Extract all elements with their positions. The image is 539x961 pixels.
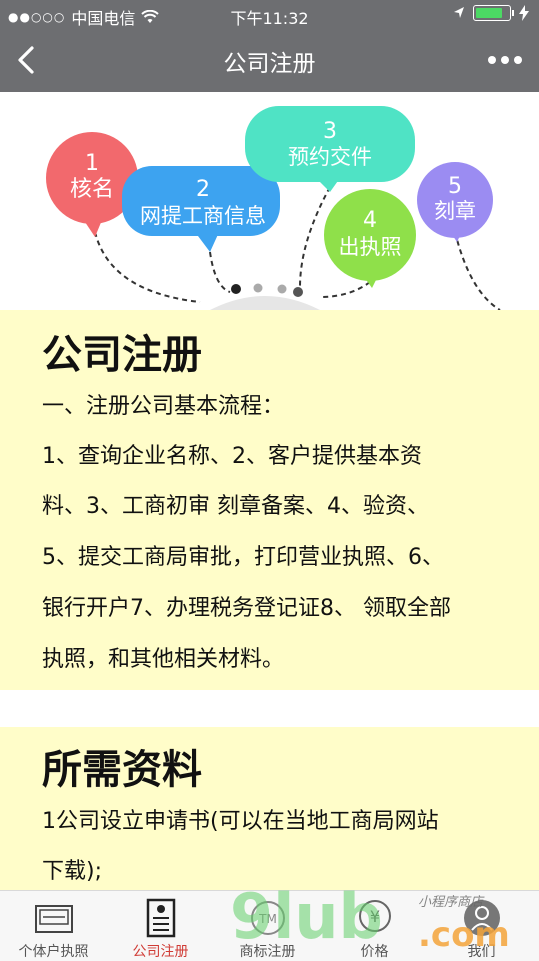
tab-label: 个体户执照	[18, 944, 89, 960]
more-options-button[interactable]	[487, 44, 523, 70]
bubble-step-4: 4 出执照	[324, 189, 416, 288]
price-icon: ¥	[359, 900, 391, 932]
company-registration-section: 公司注册 一、注册公司基本流程： 1、查询企业名称、2、客户提供基本资 料、3、…	[0, 310, 539, 690]
bubble-step-3: 3 预约交件	[245, 106, 415, 192]
svg-text:¥: ¥	[370, 907, 380, 926]
paragraph-line: 下载);	[42, 859, 102, 884]
status-bar: ●●○○○ 中国电信 下午11:32	[0, 0, 539, 30]
bubble-step-1: 1 核名	[46, 132, 138, 237]
paragraph-line: 银行开户7、办理税务登记证8、 领取全部	[42, 596, 451, 621]
more-dots-icon	[488, 56, 522, 64]
paragraph-line: 执照，和其他相关材料。	[42, 647, 285, 672]
section-heading: 公司注册	[42, 332, 202, 378]
process-illustration: 1 核名 2 网提工商信息 3 预约交件 4 出执照 5 刻章	[0, 92, 539, 310]
tab-label: 公司注册	[132, 944, 189, 960]
tab-about-us[interactable]: 我们	[428, 891, 535, 961]
tab-trademark-registration[interactable]: TM 商标注册	[214, 891, 321, 961]
paragraph-line: 5、提交工商局审批，打印营业执照、6、	[42, 545, 444, 570]
bubble-2-label: 网提工商信息	[140, 204, 266, 228]
bubble-5-number: 5	[448, 174, 462, 199]
battery-icon	[473, 5, 514, 21]
bubble-4-number: 4	[363, 208, 377, 233]
navigation-bar: 公司注册	[0, 30, 539, 92]
bubble-1-number: 1	[85, 151, 99, 176]
user-icon	[464, 900, 500, 936]
tab-company-registration[interactable]: 公司注册	[107, 891, 214, 961]
paragraph-line: 料、3、工商初审 刻章备案、4、验资、	[42, 494, 429, 519]
bottom-tab-bar: 个体户执照 公司注册 TM 商标注册 ¥ 价格 我们	[0, 890, 539, 961]
bubble-1-label: 核名	[70, 177, 114, 202]
bubble-3-label: 预约交件	[288, 145, 372, 169]
location-arrow-icon	[454, 7, 464, 18]
tab-label: 价格	[360, 944, 389, 960]
bubble-5-label: 刻章	[434, 199, 476, 223]
paragraph-line: 一、注册公司基本流程：	[42, 394, 285, 419]
svg-text:TM: TM	[258, 912, 277, 926]
bubble-step-5: 5 刻章	[417, 162, 493, 242]
bubble-4-label: 出执照	[339, 235, 402, 259]
tab-individual-business-license[interactable]: 个体户执照	[0, 891, 107, 961]
tab-label: 商标注册	[239, 944, 296, 960]
bubble-2-number: 2	[196, 177, 210, 202]
bubble-step-2: 2 网提工商信息	[122, 166, 280, 252]
shop-icon	[35, 905, 73, 933]
paragraph-line: 1公司设立申请书(可以在当地工商局网站	[42, 809, 439, 834]
charging-icon	[519, 5, 529, 21]
paragraph-line: 1、查询企业名称、2、客户提供基本资	[42, 444, 422, 469]
page-title: 公司注册	[223, 51, 316, 77]
section-heading: 所需资料	[42, 747, 202, 793]
bubble-3-number: 3	[323, 119, 337, 144]
document-icon	[146, 898, 176, 938]
tab-label: 我们	[467, 944, 496, 960]
trademark-icon: TM	[251, 901, 285, 935]
required-materials-section: 所需资料 1公司设立申请书(可以在当地工商局网站 下载);	[0, 727, 539, 902]
process-bubbles-graphic: 1 核名 2 网提工商信息 3 预约交件 4 出执照 5 刻章	[46, 106, 501, 310]
tab-price[interactable]: ¥ 价格	[321, 891, 428, 961]
